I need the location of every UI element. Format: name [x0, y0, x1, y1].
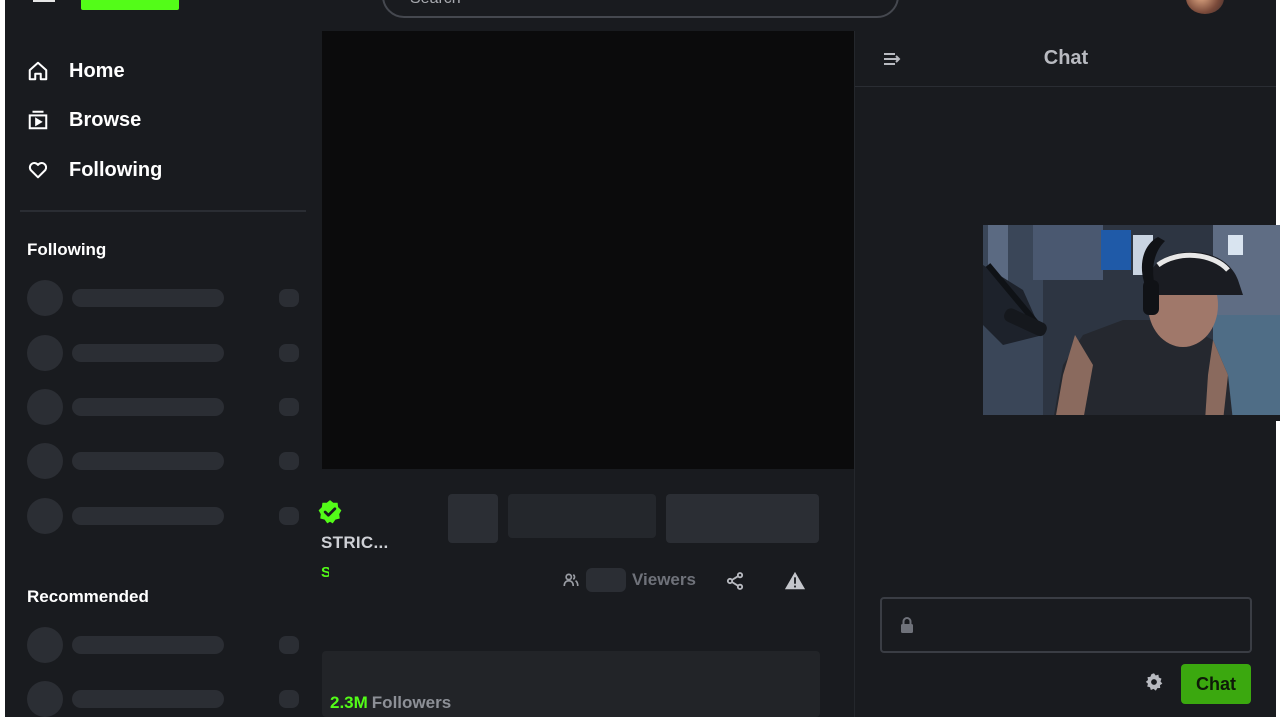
stream-category[interactable]: S — [321, 564, 329, 581]
following-skeleton-row — [27, 280, 307, 316]
chat-title: Chat — [1043, 47, 1089, 69]
followers-count: 2.3M Followers — [330, 693, 451, 713]
sidebar-item-label: Following — [69, 158, 163, 181]
followers-label: Followers — [371, 693, 452, 712]
skeleton-button — [508, 494, 656, 538]
sidebar-item-browse[interactable]: Browse — [27, 105, 141, 135]
chat-message-input[interactable] — [880, 597, 1252, 653]
sidebar-divider — [20, 210, 306, 212]
sidebar-item-following[interactable]: Following — [27, 155, 162, 185]
sidebar-item-home[interactable]: Home — [27, 56, 125, 86]
video-player[interactable] — [322, 31, 854, 469]
home-icon — [28, 61, 48, 81]
report-warning-icon[interactable] — [784, 570, 806, 592]
channel-name[interactable]: STRIC... — [321, 533, 389, 553]
recommended-section-title: Recommended — [27, 587, 149, 606]
search-placeholder: Search — [410, 0, 461, 8]
following-skeleton-row — [27, 335, 307, 371]
viewers-icon — [563, 573, 579, 587]
share-icon[interactable] — [725, 571, 745, 591]
search-input[interactable]: Search — [382, 0, 899, 18]
sidebar-item-label: Browse — [69, 108, 142, 131]
user-avatar[interactable] — [1186, 0, 1224, 14]
browse-icon — [28, 110, 48, 130]
following-skeleton-row — [27, 389, 307, 425]
viewers-label: Viewers — [632, 570, 696, 589]
heart-icon — [28, 162, 48, 179]
sidebar: Home Browse Following Following Recommen… — [5, 30, 320, 717]
viewers-indicator: Viewers — [562, 568, 696, 592]
gear-icon[interactable] — [1144, 672, 1164, 692]
brand-logo[interactable] — [81, 0, 179, 10]
skeleton-button — [666, 494, 819, 543]
menu-icon[interactable] — [33, 0, 55, 4]
recommended-skeleton-row — [27, 627, 307, 663]
webcam-image — [983, 225, 1280, 421]
chat-send-label: Chat — [1196, 673, 1236, 694]
followers-number: 2.3M — [330, 693, 368, 712]
following-section-title: Following — [27, 240, 107, 259]
following-skeleton-row — [27, 443, 307, 479]
following-skeleton-row — [27, 498, 307, 534]
viewer-count-skeleton — [586, 568, 626, 592]
lock-icon — [901, 617, 913, 633]
chat-header: Chat — [855, 31, 1276, 87]
recommended-skeleton-row — [27, 681, 307, 717]
skeleton-button — [448, 494, 498, 543]
webcam-overlay — [983, 225, 1280, 421]
sidebar-item-label: Home — [69, 59, 125, 82]
chat-send-button[interactable]: Chat — [1181, 664, 1251, 704]
verified-badge-icon — [318, 500, 342, 524]
